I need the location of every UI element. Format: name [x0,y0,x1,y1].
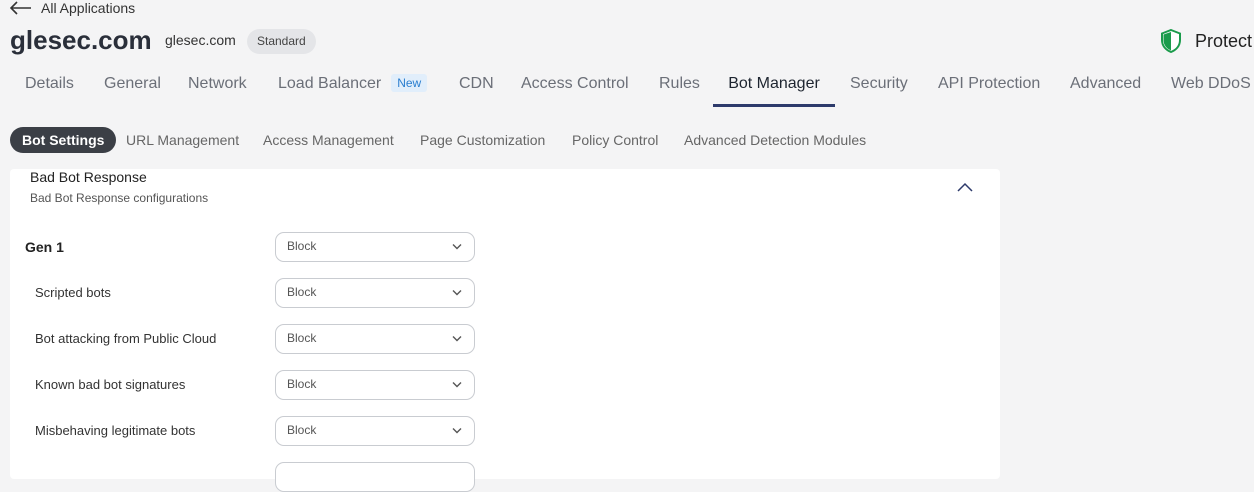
known-bad-bot-signatures-select[interactable]: Block [275,370,475,400]
tab-label: API Protection [938,75,1041,92]
tab-details[interactable]: Details [25,66,74,104]
domain-label: glesec.com [165,32,236,48]
tab-load-balancer[interactable]: Load Balancer New [278,66,428,104]
row-label-public-cloud: Bot attacking from Public Cloud [35,331,217,346]
subtab-page-customization[interactable]: Page Customization [420,127,545,153]
select-value: Block [287,377,317,391]
subtab-advanced-detection-modules[interactable]: Advanced Detection Modules [684,127,866,153]
section-title: Bad Bot Response [30,169,147,185]
select-value: Block [287,285,317,299]
public-cloud-select[interactable]: Block [275,324,475,354]
chevron-down-icon [452,382,462,388]
tab-cdn[interactable]: CDN [459,66,494,104]
select-value: Block [287,423,317,437]
tab-network[interactable]: Network [188,66,247,104]
select-value: Block [287,239,317,253]
bad-bot-response-card: Bad Bot Response Bad Bot Response config… [10,169,1000,492]
chevron-down-icon [452,336,462,342]
tab-label: CDN [459,75,494,92]
protection-status: Protect [1160,29,1252,53]
chevron-down-icon [452,428,462,434]
tab-label: Load Balancer [278,75,382,92]
row-label-gen-1: Gen 1 [25,239,64,255]
tab-security[interactable]: Security [850,66,908,104]
shield-icon [1161,29,1181,53]
back-link-label: All Applications [41,0,136,16]
subtab-access-management[interactable]: Access Management [263,127,394,153]
subtab-label: Page Customization [420,132,546,148]
subtab-url-management[interactable]: URL Management [126,127,239,153]
subtab-label: Advanced Detection Modules [684,132,867,148]
subtab-bot-settings[interactable]: Bot Settings [10,127,117,153]
subtab-label: Access Management [263,132,394,148]
tab-label: Network [188,75,247,92]
chevron-down-icon [452,244,462,250]
select-value: Block [287,331,317,345]
gen-1-select[interactable]: Block [275,232,475,262]
subtab-policy-control[interactable]: Policy Control [572,127,658,153]
row-label-misbehaving-legitimate-bots: Misbehaving legitimate bots [35,423,196,438]
tab-advanced[interactable]: Advanced [1070,66,1141,104]
tab-access-control[interactable]: Access Control [521,66,629,104]
tab-label: Bot Manager [728,75,820,92]
collapse-button[interactable] [957,179,973,197]
chevron-up-icon [957,182,973,192]
tab-label: Details [25,75,74,92]
tab-bot-manager[interactable]: Bot Manager [713,66,835,107]
tab-label: Advanced [1070,75,1142,92]
tab-web-ddos[interactable]: Web DDoS P [1171,66,1254,104]
subtab-label: URL Management [126,132,240,148]
section-subtitle: Bad Bot Response configurations [30,191,209,205]
arrow-left-icon [10,1,31,15]
tab-api-protection[interactable]: API Protection [938,66,1040,104]
tab-general[interactable]: General [104,66,161,104]
tab-label: Security [850,75,908,92]
scripted-bots-select[interactable]: Block [275,278,475,308]
subtab-label: Policy Control [572,132,659,148]
page-title: glesec.com [10,25,152,55]
tab-label: Access Control [521,75,629,92]
chevron-down-icon [452,290,462,296]
row-label-known-bad-bot-signatures: Known bad bot signatures [35,377,186,392]
subtab-label: Bot Settings [22,132,105,148]
plan-badge: Standard [247,29,316,54]
tab-label: Rules [659,75,700,92]
tab-label: General [104,75,161,92]
tab-rules[interactable]: Rules [659,66,700,104]
row-label-scripted-bots: Scripted bots [35,285,111,300]
tab-label: Web DDoS P [1171,75,1254,92]
back-link[interactable]: All Applications [10,0,135,16]
new-badge: New [391,74,428,92]
next-row-select[interactable] [275,462,475,492]
protection-status-label: Protect [1195,30,1253,51]
misbehaving-legitimate-bots-select[interactable]: Block [275,416,475,446]
